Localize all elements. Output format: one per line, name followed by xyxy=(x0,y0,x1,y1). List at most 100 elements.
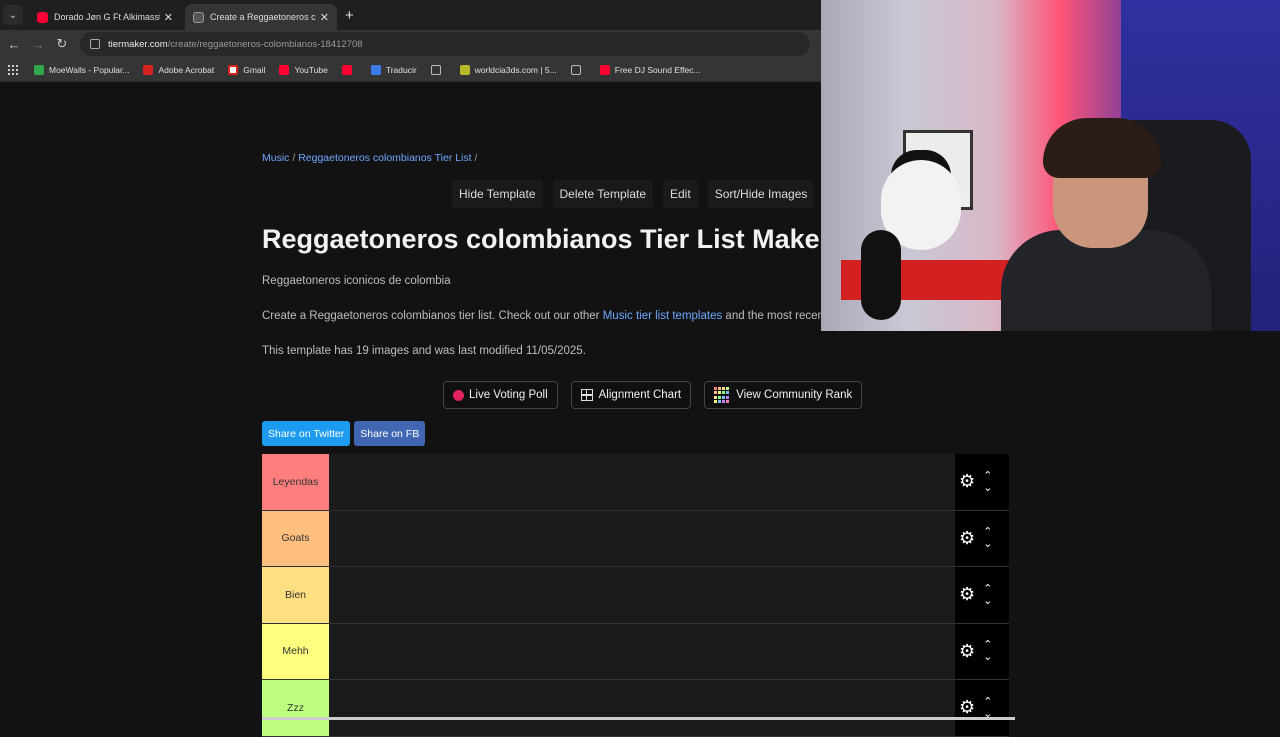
bookmark-youtube[interactable]: YouTube xyxy=(279,64,328,75)
tier-drop-zone[interactable] xyxy=(329,567,955,623)
move-up-icon[interactable]: ⌃ xyxy=(983,639,992,651)
bookmark-label: Traducir xyxy=(385,64,417,75)
move-up-icon[interactable]: ⌃ xyxy=(983,696,992,708)
tier-drop-zone[interactable] xyxy=(329,510,955,566)
tier-row: Zzz ⚙ ⌃ ⌄ xyxy=(262,680,1009,737)
bookmark-label: Gmail xyxy=(243,64,266,75)
tab-search-button[interactable]: ⌄ xyxy=(3,5,23,25)
reload-button[interactable]: ↻ xyxy=(50,36,74,52)
move-down-icon[interactable]: ⌄ xyxy=(983,595,992,607)
tier-label[interactable]: Goats xyxy=(262,510,329,566)
tier-move-arrows: ⌃ ⌄ xyxy=(983,470,992,494)
feature-buttons: Live Voting Poll Alignment Chart View Co… xyxy=(443,381,863,409)
community-rank-icon xyxy=(714,387,730,403)
gear-icon[interactable]: ⚙ xyxy=(959,584,975,605)
address-bar[interactable]: tiermaker.com/create/reggaetoneros-colom… xyxy=(80,32,810,56)
alignment-chart-button[interactable]: Alignment Chart xyxy=(570,381,692,409)
globe-icon xyxy=(570,64,581,75)
gear-icon[interactable]: ⚙ xyxy=(959,697,975,718)
tier-controls: ⚙ ⌃ ⌄ xyxy=(955,680,1009,736)
bookmark-label: Free DJ Sound Effec... xyxy=(614,64,701,75)
share-twitter-button[interactable]: Share on Twitter xyxy=(262,421,351,446)
gear-icon[interactable]: ⚙ xyxy=(959,641,975,662)
move-down-icon[interactable]: ⌄ xyxy=(983,538,992,550)
tier-label[interactable]: Mehh xyxy=(262,623,329,679)
globe-icon xyxy=(430,64,441,75)
tier-move-arrows: ⌃ ⌄ xyxy=(983,583,992,607)
move-down-icon[interactable]: ⌄ xyxy=(983,482,992,494)
close-icon[interactable]: ✕ xyxy=(164,11,173,24)
bookmark-adobe-acrobat[interactable]: Adobe Acrobat xyxy=(143,64,215,75)
bookmark-free-dj[interactable]: Free DJ Sound Effec... xyxy=(599,64,701,75)
site-info-icon[interactable] xyxy=(90,39,100,49)
live-voting-poll-button[interactable]: Live Voting Poll xyxy=(443,381,558,409)
music-templates-link[interactable]: Music tier list templates xyxy=(603,310,723,322)
edit-button[interactable]: Edit xyxy=(663,180,698,208)
tier-label[interactable]: Bien xyxy=(262,567,329,623)
sort-hide-images-button[interactable]: Sort/Hide Images xyxy=(707,180,815,208)
bookmark-moewalls[interactable]: MoeWalls - Popular... xyxy=(34,64,130,75)
url-path: /create/reggaetoneros-colombianos-184127… xyxy=(167,38,363,50)
tier-drop-zone[interactable] xyxy=(329,623,955,679)
webcam-overlay xyxy=(821,0,1280,331)
gear-icon[interactable]: ⚙ xyxy=(959,471,975,492)
tab-title: Create a Reggaetoneros colomb xyxy=(210,12,316,22)
tier-label[interactable]: Zzz xyxy=(262,680,329,736)
bookmark-youtube-2[interactable] xyxy=(341,64,357,75)
youtube-icon xyxy=(599,64,610,75)
breadcrumb-music-link[interactable]: Music xyxy=(262,152,289,164)
tab-title: Dorado Jøn G Ft Alkimassta (Vi xyxy=(54,12,160,22)
tier-drop-zone[interactable] xyxy=(329,454,955,510)
grid-icon xyxy=(580,389,593,401)
breadcrumb-separator: / xyxy=(289,152,299,164)
share-fb-button[interactable]: Share on FB xyxy=(354,421,426,446)
translate-icon xyxy=(370,64,381,75)
browser-tab-active[interactable]: Create a Reggaetoneros colomb ✕ xyxy=(185,4,337,30)
info-text: and the most recent xyxy=(722,310,828,322)
breadcrumb-list-link[interactable]: Reggaetoneros colombianos Tier List xyxy=(298,152,471,164)
chevron-down-icon: ⌄ xyxy=(8,9,18,21)
tier-controls: ⚙ ⌃ ⌄ xyxy=(955,567,1009,623)
move-up-icon[interactable]: ⌃ xyxy=(983,583,992,595)
bookmark-label: MoeWalls - Popular... xyxy=(49,64,130,75)
template-description: Reggaetoneros iconicos de colombia xyxy=(262,275,451,287)
tiermaker-icon xyxy=(193,11,204,23)
bookmark-worldcia3ds[interactable]: worldcia3ds.com | 5... xyxy=(459,64,557,75)
tier-row: Goats ⚙ ⌃ ⌄ xyxy=(262,510,1009,567)
move-up-icon[interactable]: ⌃ xyxy=(983,526,992,538)
delete-template-button[interactable]: Delete Template xyxy=(552,180,653,208)
bookmark-gmail[interactable]: Gmail xyxy=(228,64,266,75)
tier-label[interactable]: Leyendas xyxy=(262,454,329,510)
new-tab-button[interactable]: + xyxy=(345,7,354,24)
close-icon[interactable]: ✕ xyxy=(320,11,329,24)
hide-template-button[interactable]: Hide Template xyxy=(452,180,543,208)
template-actions: Hide Template Delete Template Edit Sort/… xyxy=(452,180,815,208)
moewalls-icon xyxy=(34,64,44,75)
acrobat-icon xyxy=(143,64,154,75)
bookmark-globe[interactable] xyxy=(430,64,446,75)
tier-controls: ⚙ ⌃ ⌄ xyxy=(955,454,1009,510)
tier-drop-zone[interactable] xyxy=(329,680,955,736)
youtube-icon xyxy=(37,11,48,23)
button-label: Alignment Chart xyxy=(598,389,682,401)
breadcrumb-separator: / xyxy=(471,152,478,164)
forward-button[interactable]: → xyxy=(26,37,50,52)
back-button[interactable]: ← xyxy=(2,37,26,52)
template-info: Create a Reggaetoneros colombianos tier … xyxy=(262,310,827,322)
move-up-icon[interactable]: ⌃ xyxy=(983,470,992,482)
bookmark-globe-2[interactable] xyxy=(570,64,586,75)
browser-tab[interactable]: Dorado Jøn G Ft Alkimassta (Vi ✕ xyxy=(29,4,181,30)
bookmark-label: Adobe Acrobat xyxy=(158,64,215,75)
move-down-icon[interactable]: ⌄ xyxy=(983,651,992,663)
apps-grid-icon[interactable] xyxy=(8,64,18,75)
youtube-icon xyxy=(279,64,290,75)
youtube-icon xyxy=(341,64,352,75)
bookmark-traducir[interactable]: Traducir xyxy=(370,64,417,75)
tier-controls: ⚙ ⌃ ⌄ xyxy=(955,623,1009,679)
tier-controls: ⚙ ⌃ ⌄ xyxy=(955,510,1009,566)
tier-row: Leyendas ⚙ ⌃ ⌄ xyxy=(262,454,1009,511)
template-meta: This template has 19 images and was last… xyxy=(262,345,586,357)
breadcrumb: Music / Reggaetoneros colombianos Tier L… xyxy=(262,152,477,164)
gear-icon[interactable]: ⚙ xyxy=(959,528,975,549)
view-community-rank-button[interactable]: View Community Rank xyxy=(704,381,863,409)
